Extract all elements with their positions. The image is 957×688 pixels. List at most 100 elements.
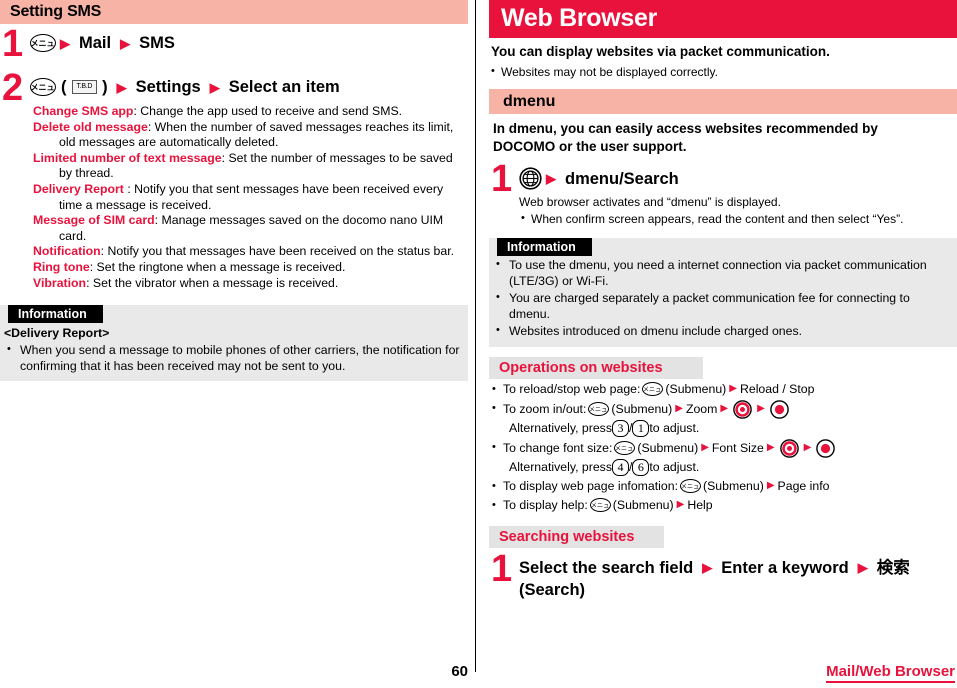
list-item: Limited number of text message: Set the …: [33, 151, 468, 182]
operation-mid: Font Size: [711, 440, 764, 455]
alternative-prefix: Alternatively, press: [509, 459, 612, 474]
list-item: Change SMS app: Change the app used to r…: [33, 104, 468, 120]
left-column: Setting SMS 1 メニュ ▶ Mail ▶ SMS 2 メニュ (T…: [0, 0, 468, 382]
step-number: 1: [491, 547, 513, 590]
option-name: Limited number of text message: [33, 150, 222, 165]
submenu-key-icon: メニュ: [680, 479, 701, 493]
arrow-icon: ▶: [120, 35, 131, 51]
digit-key-3-icon: 3: [611, 419, 629, 437]
arrow-icon: ▶: [676, 499, 685, 510]
select-key-icon: [816, 438, 836, 458]
operation-label: To display help:: [503, 497, 588, 512]
step-1-searching-line: Select the search field ▶ Enter a keywor…: [519, 557, 957, 579]
menu-key-icon: メニュ: [30, 34, 56, 52]
select-key-icon: [769, 399, 789, 419]
arrow-icon: ▶: [116, 79, 127, 95]
page-number: 60: [451, 663, 468, 680]
search-step-part-2: Enter a keyword: [721, 558, 849, 577]
arrow-icon: ▶: [766, 442, 775, 453]
information-box-dmenu: Information To use the dmenu, you need a…: [489, 238, 957, 347]
step-1-dmenu: 1 ▶ dmenu/Search Web browser activates a…: [489, 160, 957, 227]
arrow-icon: ▶: [546, 171, 556, 186]
option-description: Change the app used to receive and send …: [136, 104, 403, 118]
footer-section-label: Mail/Web Browser: [826, 663, 955, 683]
operation-label: To reload/stop web page:: [503, 381, 641, 396]
list-item: Vibration: Set the vibrator when a messa…: [33, 276, 468, 292]
step-1-dmenu-sub: Web browser activates and “dmenu” is dis…: [519, 195, 781, 209]
paren-open: (: [61, 78, 67, 96]
search-step-part-4: (Search): [519, 580, 586, 599]
arrow-icon: ▶: [803, 442, 812, 453]
alternative-suffix: to adjust.: [649, 420, 700, 435]
svg-text:メニュ: メニュ: [591, 502, 609, 509]
information-tag: Information: [497, 238, 592, 256]
option-description: Notify you that messages have been recei…: [104, 244, 455, 259]
option-name: Vibration: [33, 275, 87, 290]
arrow-icon: ▶: [729, 383, 737, 394]
operation-submenu-text: (Submenu): [703, 478, 764, 493]
step-1-part-mail: Mail: [79, 34, 112, 52]
operation-result: Reload / Stop: [739, 381, 815, 396]
multi-guide-key-icon: [733, 399, 752, 419]
arrow-icon: ▶: [60, 35, 70, 51]
option-name: Ring tone: [33, 259, 90, 274]
operation-label: To change font size:: [503, 440, 613, 455]
step-1-setting-sms: 1 メニュ ▶ Mail ▶ SMS: [0, 25, 468, 63]
svg-text:メニュ: メニュ: [31, 83, 54, 92]
arrow-icon: ▶: [857, 560, 868, 575]
section-title-searching: Searching websites: [489, 525, 665, 548]
option-description: Set the ringtone when a message is recei…: [93, 259, 346, 274]
step-1-line: メニュ ▶ Mail ▶ SMS: [30, 32, 468, 54]
digit-key-1-icon: 1: [632, 419, 650, 437]
web-browser-lead-bullet: Websites may not be displayed correctly.: [489, 64, 957, 80]
information-bullet: Websites introduced on dmenu include cha…: [493, 323, 951, 340]
list-item: Ring tone: Set the ringtone when a messa…: [33, 260, 468, 276]
submenu-key-icon: メニュ: [588, 402, 610, 416]
digit-key-6-icon: 6: [632, 458, 650, 476]
right-column: Web Browser You can display websites via…: [489, 0, 957, 601]
arrow-icon: ▶: [757, 403, 765, 414]
information-bullet: You are charged separately a packet comm…: [493, 290, 951, 322]
arrow-icon: ▶: [766, 480, 775, 491]
operation-submenu-text: (Submenu): [611, 401, 673, 416]
list-item: Message of SIM card: Manage messages sav…: [33, 213, 468, 244]
page-footer: 60 Mail/Web Browser: [0, 663, 957, 688]
operation-label: To display web page infomation:: [503, 478, 678, 493]
svg-text:メニュ: メニュ: [615, 445, 633, 452]
section-title-operations: Operations on websites: [489, 356, 703, 379]
alternative-prefix: Alternatively, press: [509, 420, 612, 435]
option-name: Change SMS app: [33, 104, 134, 118]
information-subtitle: <Delivery Report>: [4, 326, 110, 341]
option-name: Delivery Report: [33, 181, 124, 196]
paren-close: ): [102, 78, 108, 96]
alternative-suffix: to adjust.: [649, 459, 700, 474]
section-title-setting-sms: Setting SMS: [0, 0, 468, 24]
operation-help: To display help: メニュ (Submenu) ▶ Help: [489, 497, 957, 514]
arrow-icon: ▶: [702, 560, 713, 575]
information-bullet: To use the dmenu, you need a internet co…: [493, 257, 951, 289]
arrow-icon: ▶: [720, 403, 729, 414]
sms-settings-option-list: Change SMS app: Change the app used to r…: [33, 104, 468, 291]
operation-page-info: To display web page infomation: メニュ (Sub…: [489, 478, 957, 495]
submenu-key-icon: メニュ: [589, 498, 611, 512]
operation-label: To zoom in/out:: [503, 401, 587, 416]
step-2-part-select: Select an item: [228, 78, 340, 96]
list-item: Delivery Report : Notify you that sent m…: [33, 182, 468, 213]
operation-reload-stop: To reload/stop web page: メニュ (Submenu) ▶…: [489, 381, 957, 398]
column-divider: [475, 0, 476, 672]
svg-text:メニュ: メニュ: [681, 483, 699, 490]
dmenu-intro-line-1: In dmenu, you can easily access websites…: [493, 121, 878, 136]
information-bullet: When you send a message to mobile phones…: [4, 342, 462, 374]
option-name: Message of SIM card: [33, 213, 155, 228]
step-1-dmenu-sub-bullet: When confirm screen appears, read the co…: [519, 211, 957, 227]
operation-submenu-text: (Submenu): [637, 440, 699, 455]
step-1-searching: 1 Select the search field ▶ Enter a keyw…: [489, 550, 957, 601]
dmenu-intro-line-2: DOCOMO or the user support.: [493, 139, 687, 154]
arrow-icon: ▶: [675, 403, 683, 414]
menu-key-icon: メニュ: [30, 78, 56, 96]
digit-key-4-icon: 4: [611, 458, 629, 476]
search-step-part-3-japanese: 検索: [876, 557, 910, 577]
operation-zoom-alternative: Alternatively, press 3 / 1 to adjust.: [489, 419, 957, 437]
step-number: 2: [2, 67, 24, 109]
search-step-part-1: Select the search field: [519, 558, 694, 577]
